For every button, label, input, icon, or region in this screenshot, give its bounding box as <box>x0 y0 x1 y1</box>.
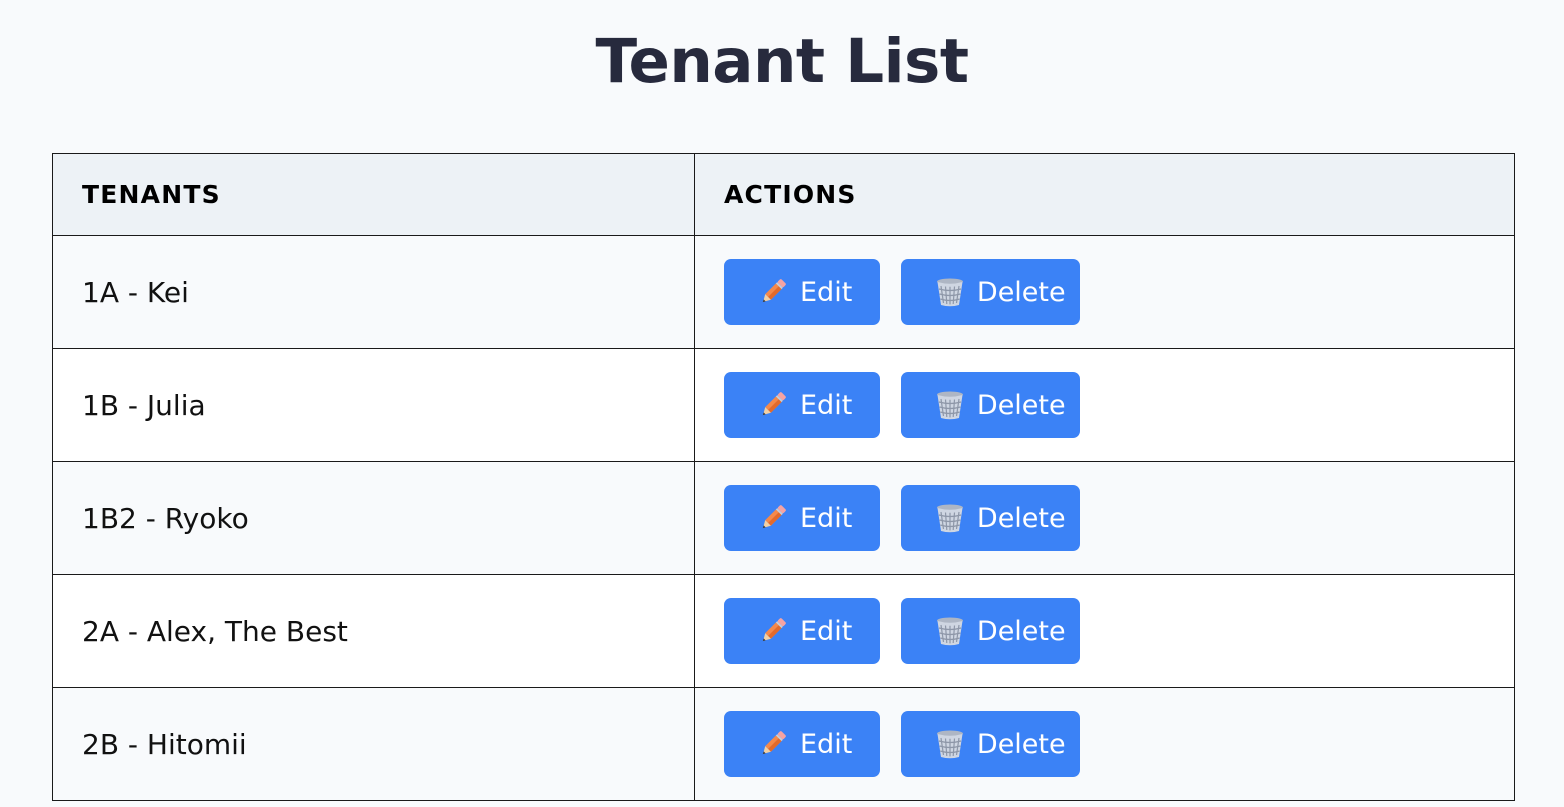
delete-button-label: Delete <box>976 728 1066 760</box>
delete-button[interactable]: Delete <box>900 485 1080 551</box>
pencil-icon <box>757 389 789 421</box>
actions-cell: Edit Delete <box>694 687 1515 801</box>
wastebasket-icon <box>934 728 966 760</box>
table-header-row: Tenants Actions <box>52 153 1515 236</box>
tenant-name-cell: 2B - Hitomii <box>52 687 695 801</box>
tenant-name: 1B2 - Ryoko <box>82 501 249 535</box>
pencil-icon <box>757 276 789 308</box>
actions-cell: Edit Delete <box>694 574 1515 688</box>
edit-button[interactable]: Edit <box>724 598 880 664</box>
table-body: 1A - Kei Edit Delete 1B - Julia Edit Del… <box>52 235 1515 801</box>
tenant-name: 1A - Kei <box>82 275 189 309</box>
edit-button-label: Edit <box>800 728 853 760</box>
pencil-icon <box>757 502 789 534</box>
edit-button-label: Edit <box>800 615 853 647</box>
delete-button[interactable]: Delete <box>900 259 1080 325</box>
delete-button-label: Delete <box>976 276 1066 308</box>
actions-cell: Edit Delete <box>694 235 1515 349</box>
actions-cell: Edit Delete <box>694 348 1515 462</box>
edit-button-label: Edit <box>800 502 853 534</box>
delete-button[interactable]: Delete <box>900 372 1080 438</box>
edit-button[interactable]: Edit <box>724 711 880 777</box>
tenant-name: 1B - Julia <box>82 388 206 422</box>
table-row: 1A - Kei Edit Delete <box>52 235 1515 349</box>
edit-button-label: Edit <box>800 276 853 308</box>
edit-button[interactable]: Edit <box>724 372 880 438</box>
table-row: 2B - Hitomii Edit Delete <box>52 687 1515 801</box>
table-row: 1B - Julia Edit Delete <box>52 348 1515 462</box>
wastebasket-icon <box>934 389 966 421</box>
tenant-name-cell: 1A - Kei <box>52 235 695 349</box>
wastebasket-icon <box>934 276 966 308</box>
delete-button-label: Delete <box>976 502 1066 534</box>
tenant-name-cell: 1B - Julia <box>52 348 695 462</box>
table-row: 2A - Alex, The Best Edit Delete <box>52 574 1515 688</box>
tenant-name: 2A - Alex, The Best <box>82 614 348 648</box>
pencil-icon <box>757 615 789 647</box>
table-row: 1B2 - Ryoko Edit Delete <box>52 461 1515 575</box>
delete-button-label: Delete <box>976 389 1066 421</box>
wastebasket-icon <box>934 502 966 534</box>
delete-button[interactable]: Delete <box>900 711 1080 777</box>
page-title: Tenant List <box>595 26 969 97</box>
column-header-actions: Actions <box>694 153 1515 236</box>
actions-cell: Edit Delete <box>694 461 1515 575</box>
pencil-icon <box>757 728 789 760</box>
column-header-tenants: Tenants <box>52 153 695 236</box>
edit-button[interactable]: Edit <box>724 259 880 325</box>
delete-button[interactable]: Delete <box>900 598 1080 664</box>
tenant-name-cell: 2A - Alex, The Best <box>52 574 695 688</box>
tenant-name-cell: 1B2 - Ryoko <box>52 461 695 575</box>
edit-button[interactable]: Edit <box>724 485 880 551</box>
edit-button-label: Edit <box>800 389 853 421</box>
tenant-name: 2B - Hitomii <box>82 727 247 761</box>
wastebasket-icon <box>934 615 966 647</box>
tenant-table: Tenants Actions 1A - Kei <box>52 153 1515 801</box>
delete-button-label: Delete <box>976 615 1066 647</box>
